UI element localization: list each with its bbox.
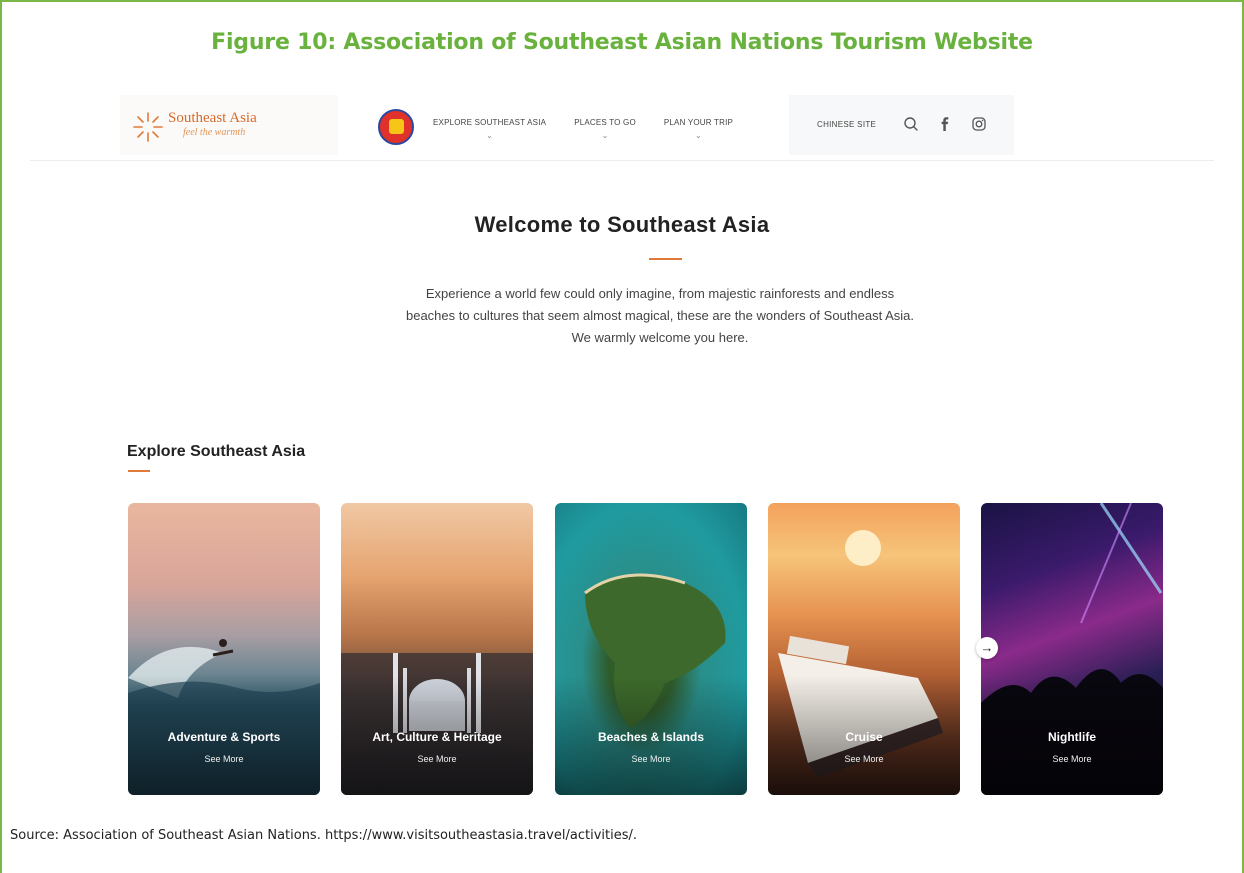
- card-adventure-sports[interactable]: Adventure & Sports See More: [128, 503, 320, 795]
- search-icon[interactable]: [903, 116, 919, 132]
- utility-bar: CHINESE SITE: [789, 95, 1014, 155]
- site-logo[interactable]: Southeast Asia feel the warmth: [120, 95, 414, 155]
- see-more-link[interactable]: See More: [128, 754, 320, 764]
- instagram-icon[interactable]: [971, 116, 987, 132]
- chevron-down-icon: ⌄: [486, 131, 494, 140]
- nav-label: PLAN YOUR TRIP: [663, 118, 734, 127]
- card-label: Cruise: [845, 730, 883, 744]
- see-more-link[interactable]: See More: [341, 754, 533, 764]
- card-cruise[interactable]: Cruise See More: [768, 503, 960, 795]
- card-nightlife[interactable]: Nightlife See More: [981, 503, 1163, 795]
- facebook-icon[interactable]: [937, 116, 953, 132]
- welcome-line: We warmly welcome you here.: [571, 330, 749, 345]
- welcome-heading: Welcome to Southeast Asia: [474, 212, 770, 237]
- section-underline: [128, 470, 150, 472]
- card-label: Beaches & Islands: [597, 730, 705, 744]
- card-label: Adventure & Sports: [167, 730, 281, 744]
- heading-underline: [649, 258, 682, 260]
- logo-text: Southeast Asia: [168, 110, 257, 126]
- card-label: Nightlife: [1048, 730, 1096, 744]
- welcome-line: beaches to cultures that seem almost mag…: [405, 308, 914, 323]
- sun-burst-icon: [133, 112, 163, 142]
- logo-tagline: feel the warmth: [183, 127, 246, 138]
- see-more-link[interactable]: See More: [768, 754, 960, 764]
- card-beaches-islands[interactable]: Beaches & Islands See More: [555, 503, 747, 795]
- main-nav: EXPLORE SOUTHEAST ASIA ⌄ PLACES TO GO ⌄ …: [433, 118, 761, 140]
- chevron-down-icon: ⌄: [695, 131, 702, 140]
- see-more-link[interactable]: See More: [555, 754, 747, 764]
- chinese-site-link[interactable]: CHINESE SITE: [817, 120, 876, 129]
- nav-explore-southeast-asia[interactable]: EXPLORE SOUTHEAST ASIA ⌄: [433, 118, 547, 140]
- nav-label: EXPLORE SOUTHEAST ASIA: [433, 118, 547, 127]
- card-art-culture-heritage[interactable]: Art, Culture & Heritage See More: [341, 503, 533, 795]
- figure-title: Figure 10: Association of Southeast Asia…: [211, 30, 1033, 55]
- site-header: Southeast Asia feel the warmth EXPLORE S…: [30, 95, 1214, 161]
- asean-emblem-icon: [378, 109, 414, 145]
- welcome-text: Experience a world few could only imagin…: [300, 283, 1020, 349]
- carousel-next-arrow-icon[interactable]: →: [976, 637, 998, 659]
- see-more-link[interactable]: See More: [981, 754, 1163, 764]
- card-label: Art, Culture & Heritage: [372, 730, 502, 744]
- nav-plan-your-trip[interactable]: PLAN YOUR TRIP ⌄: [663, 118, 734, 140]
- nav-places-to-go[interactable]: PLACES TO GO ⌄: [574, 118, 636, 140]
- nav-label: PLACES TO GO: [574, 118, 636, 127]
- chevron-down-icon: ⌄: [601, 131, 609, 140]
- welcome-line: Experience a world few could only imagin…: [425, 286, 895, 301]
- explore-section-title: Explore Southeast Asia: [127, 443, 306, 460]
- figure-source: Source: Association of Southeast Asian N…: [10, 828, 637, 843]
